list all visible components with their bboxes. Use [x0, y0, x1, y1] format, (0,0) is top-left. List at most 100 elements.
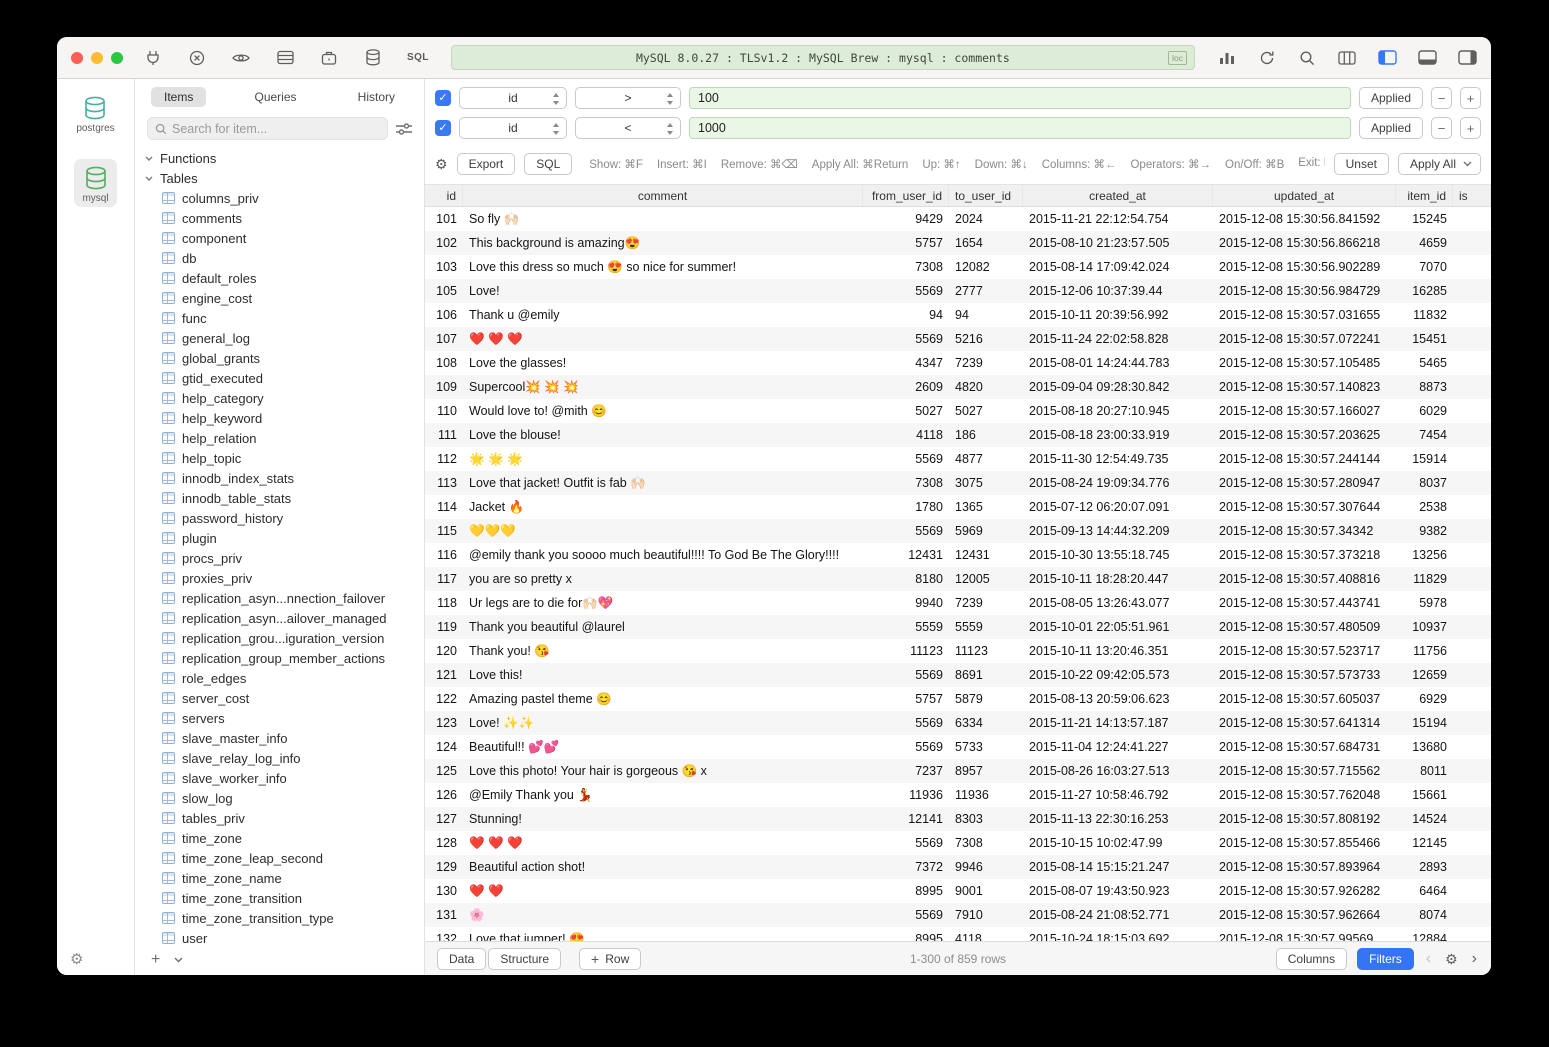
cell-item_id[interactable]: 16285: [1396, 279, 1453, 303]
filter-applied-button[interactable]: Applied: [1359, 87, 1423, 109]
cell-is[interactable]: [1453, 735, 1491, 759]
cell-item_id[interactable]: 4659: [1396, 231, 1453, 255]
cell-to_user_id[interactable]: 186: [949, 423, 1023, 447]
filters-button[interactable]: Filters: [1357, 948, 1414, 970]
table-row[interactable]: 109Supercool💥 💥 💥260948202015-09-04 09:2…: [425, 375, 1491, 399]
cell-created_at[interactable]: 2015-08-18 20:27:10.945: [1023, 399, 1213, 423]
cell-is[interactable]: [1453, 879, 1491, 903]
cell-updated_at[interactable]: 2015-12-08 15:30:57.762048: [1213, 783, 1396, 807]
cell-from_user_id[interactable]: 11123: [863, 639, 949, 663]
cell-created_at[interactable]: 2015-08-14 15:15:21.247: [1023, 855, 1213, 879]
cell-comment[interactable]: ❤️ ❤️: [463, 879, 863, 903]
cell-is[interactable]: [1453, 231, 1491, 255]
cell-id[interactable]: 110: [425, 399, 463, 423]
cell-from_user_id[interactable]: 11936: [863, 783, 949, 807]
column-header-id[interactable]: id: [425, 185, 463, 206]
cell-comment[interactable]: So fly 🙌🏻: [463, 207, 863, 231]
cell-id[interactable]: 118: [425, 591, 463, 615]
cell-updated_at[interactable]: 2015-12-08 15:30:57.641314: [1213, 711, 1396, 735]
cell-comment[interactable]: Jacket 🔥: [463, 495, 863, 519]
cell-to_user_id[interactable]: 12005: [949, 567, 1023, 591]
sidebar-item-replication_grou...iguration_version[interactable]: replication_grou...iguration_version: [135, 628, 424, 648]
cell-to_user_id[interactable]: 1654: [949, 231, 1023, 255]
cell-item_id[interactable]: 15245: [1396, 207, 1453, 231]
cell-id[interactable]: 112: [425, 447, 463, 471]
cell-id[interactable]: 117: [425, 567, 463, 591]
cell-updated_at[interactable]: 2015-12-08 15:30:57.573733: [1213, 663, 1396, 687]
table-row[interactable]: 102This background is amazing😍5757165420…: [425, 231, 1491, 255]
export-button[interactable]: Export: [457, 153, 516, 175]
cell-created_at[interactable]: 2015-10-15 10:02:47.99: [1023, 831, 1213, 855]
table-row[interactable]: 110Would love to! @mith 😊502750272015-08…: [425, 399, 1491, 423]
cell-is[interactable]: [1453, 687, 1491, 711]
table-row[interactable]: 119Thank you beautiful @laurel5559555920…: [425, 615, 1491, 639]
cell-is[interactable]: [1453, 423, 1491, 447]
cell-updated_at[interactable]: 2015-12-08 15:30:57.072241: [1213, 327, 1396, 351]
cell-item_id[interactable]: 8074: [1396, 903, 1453, 927]
cell-item_id[interactable]: 11756: [1396, 639, 1453, 663]
cell-from_user_id[interactable]: 2609: [863, 375, 949, 399]
cell-from_user_id[interactable]: 12141: [863, 807, 949, 831]
filter-enabled-checkbox[interactable]: ✓: [435, 120, 451, 136]
sql-query-button[interactable]: SQL: [407, 52, 429, 63]
cell-comment[interactable]: Love that jumper! 😍: [463, 927, 863, 941]
cell-updated_at[interactable]: 2015-12-08 15:30:57.105485: [1213, 351, 1396, 375]
cell-comment[interactable]: Love the glasses!: [463, 351, 863, 375]
sql-button[interactable]: SQL: [524, 153, 572, 175]
cell-updated_at[interactable]: 2015-12-08 15:30:57.203625: [1213, 423, 1396, 447]
cell-is[interactable]: [1453, 831, 1491, 855]
cell-to_user_id[interactable]: 4820: [949, 375, 1023, 399]
cell-id[interactable]: 109: [425, 375, 463, 399]
table-row[interactable]: 128❤️ ❤️ ❤️556973082015-10-15 10:02:47.9…: [425, 831, 1491, 855]
column-header-from_user_id[interactable]: from_user_id: [863, 185, 949, 206]
cell-to_user_id[interactable]: 3075: [949, 471, 1023, 495]
cell-created_at[interactable]: 2015-10-24 18:15:03.692: [1023, 927, 1213, 941]
cell-created_at[interactable]: 2015-11-13 22:30:16.253: [1023, 807, 1213, 831]
cell-updated_at[interactable]: 2015-12-08 15:30:56.841592: [1213, 207, 1396, 231]
connection-postgres[interactable]: postgres: [68, 89, 122, 137]
cell-from_user_id[interactable]: 7237: [863, 759, 949, 783]
filter-value-input[interactable]: 100: [689, 87, 1351, 109]
table-row[interactable]: 118Ur legs are to die for🙌🏻💖994072392015…: [425, 591, 1491, 615]
cell-from_user_id[interactable]: 9940: [863, 591, 949, 615]
cell-id[interactable]: 128: [425, 831, 463, 855]
filter-settings-gear-icon[interactable]: ⚙: [435, 157, 448, 171]
cell-from_user_id[interactable]: 5569: [863, 663, 949, 687]
cell-comment[interactable]: Beautiful!! 💕💕: [463, 735, 863, 759]
cell-from_user_id[interactable]: 8995: [863, 927, 949, 941]
cell-id[interactable]: 127: [425, 807, 463, 831]
filter-operator-select[interactable]: <: [575, 117, 681, 139]
cell-id[interactable]: 102: [425, 231, 463, 255]
cell-from_user_id[interactable]: 12431: [863, 543, 949, 567]
filter-options-icon[interactable]: [396, 123, 412, 135]
sidebar-item-user[interactable]: user: [135, 928, 424, 945]
cell-comment[interactable]: Love this!: [463, 663, 863, 687]
cell-comment[interactable]: ❤️ ❤️ ❤️: [463, 327, 863, 351]
cell-to_user_id[interactable]: 7308: [949, 831, 1023, 855]
cell-item_id[interactable]: 12145: [1396, 831, 1453, 855]
sidebar-item-replication_asyn...ailover_managed[interactable]: replication_asyn...ailover_managed: [135, 608, 424, 628]
vault-icon[interactable]: [319, 49, 339, 67]
cell-is[interactable]: [1453, 207, 1491, 231]
cell-updated_at[interactable]: 2015-12-08 15:30:57.443741: [1213, 591, 1396, 615]
sidebar-item-innodb_index_stats[interactable]: innodb_index_stats: [135, 468, 424, 488]
sidebar-item-innodb_table_stats[interactable]: innodb_table_stats: [135, 488, 424, 508]
cell-to_user_id[interactable]: 5879: [949, 687, 1023, 711]
column-header-item_id[interactable]: item_id: [1396, 185, 1453, 206]
table-row[interactable]: 130❤️ ❤️899590012015-08-07 19:43:50.9232…: [425, 879, 1491, 903]
cell-item_id[interactable]: 13680: [1396, 735, 1453, 759]
cell-is[interactable]: [1453, 927, 1491, 941]
cell-from_user_id[interactable]: 4347: [863, 351, 949, 375]
cell-updated_at[interactable]: 2015-12-08 15:30:57.808192: [1213, 807, 1396, 831]
cell-item_id[interactable]: 5465: [1396, 351, 1453, 375]
cell-created_at[interactable]: 2015-08-05 13:26:43.077: [1023, 591, 1213, 615]
cell-item_id[interactable]: 11832: [1396, 303, 1453, 327]
cell-comment[interactable]: This background is amazing😍: [463, 231, 863, 255]
sidebar-item-tables_priv[interactable]: tables_priv: [135, 808, 424, 828]
cell-item_id[interactable]: 7070: [1396, 255, 1453, 279]
cell-created_at[interactable]: 2015-11-21 22:12:54.754: [1023, 207, 1213, 231]
cell-id[interactable]: 116: [425, 543, 463, 567]
add-connection-button[interactable]: +: [151, 952, 160, 968]
cell-to_user_id[interactable]: 8303: [949, 807, 1023, 831]
cell-comment[interactable]: 🌟 🌟 🌟: [463, 447, 863, 471]
